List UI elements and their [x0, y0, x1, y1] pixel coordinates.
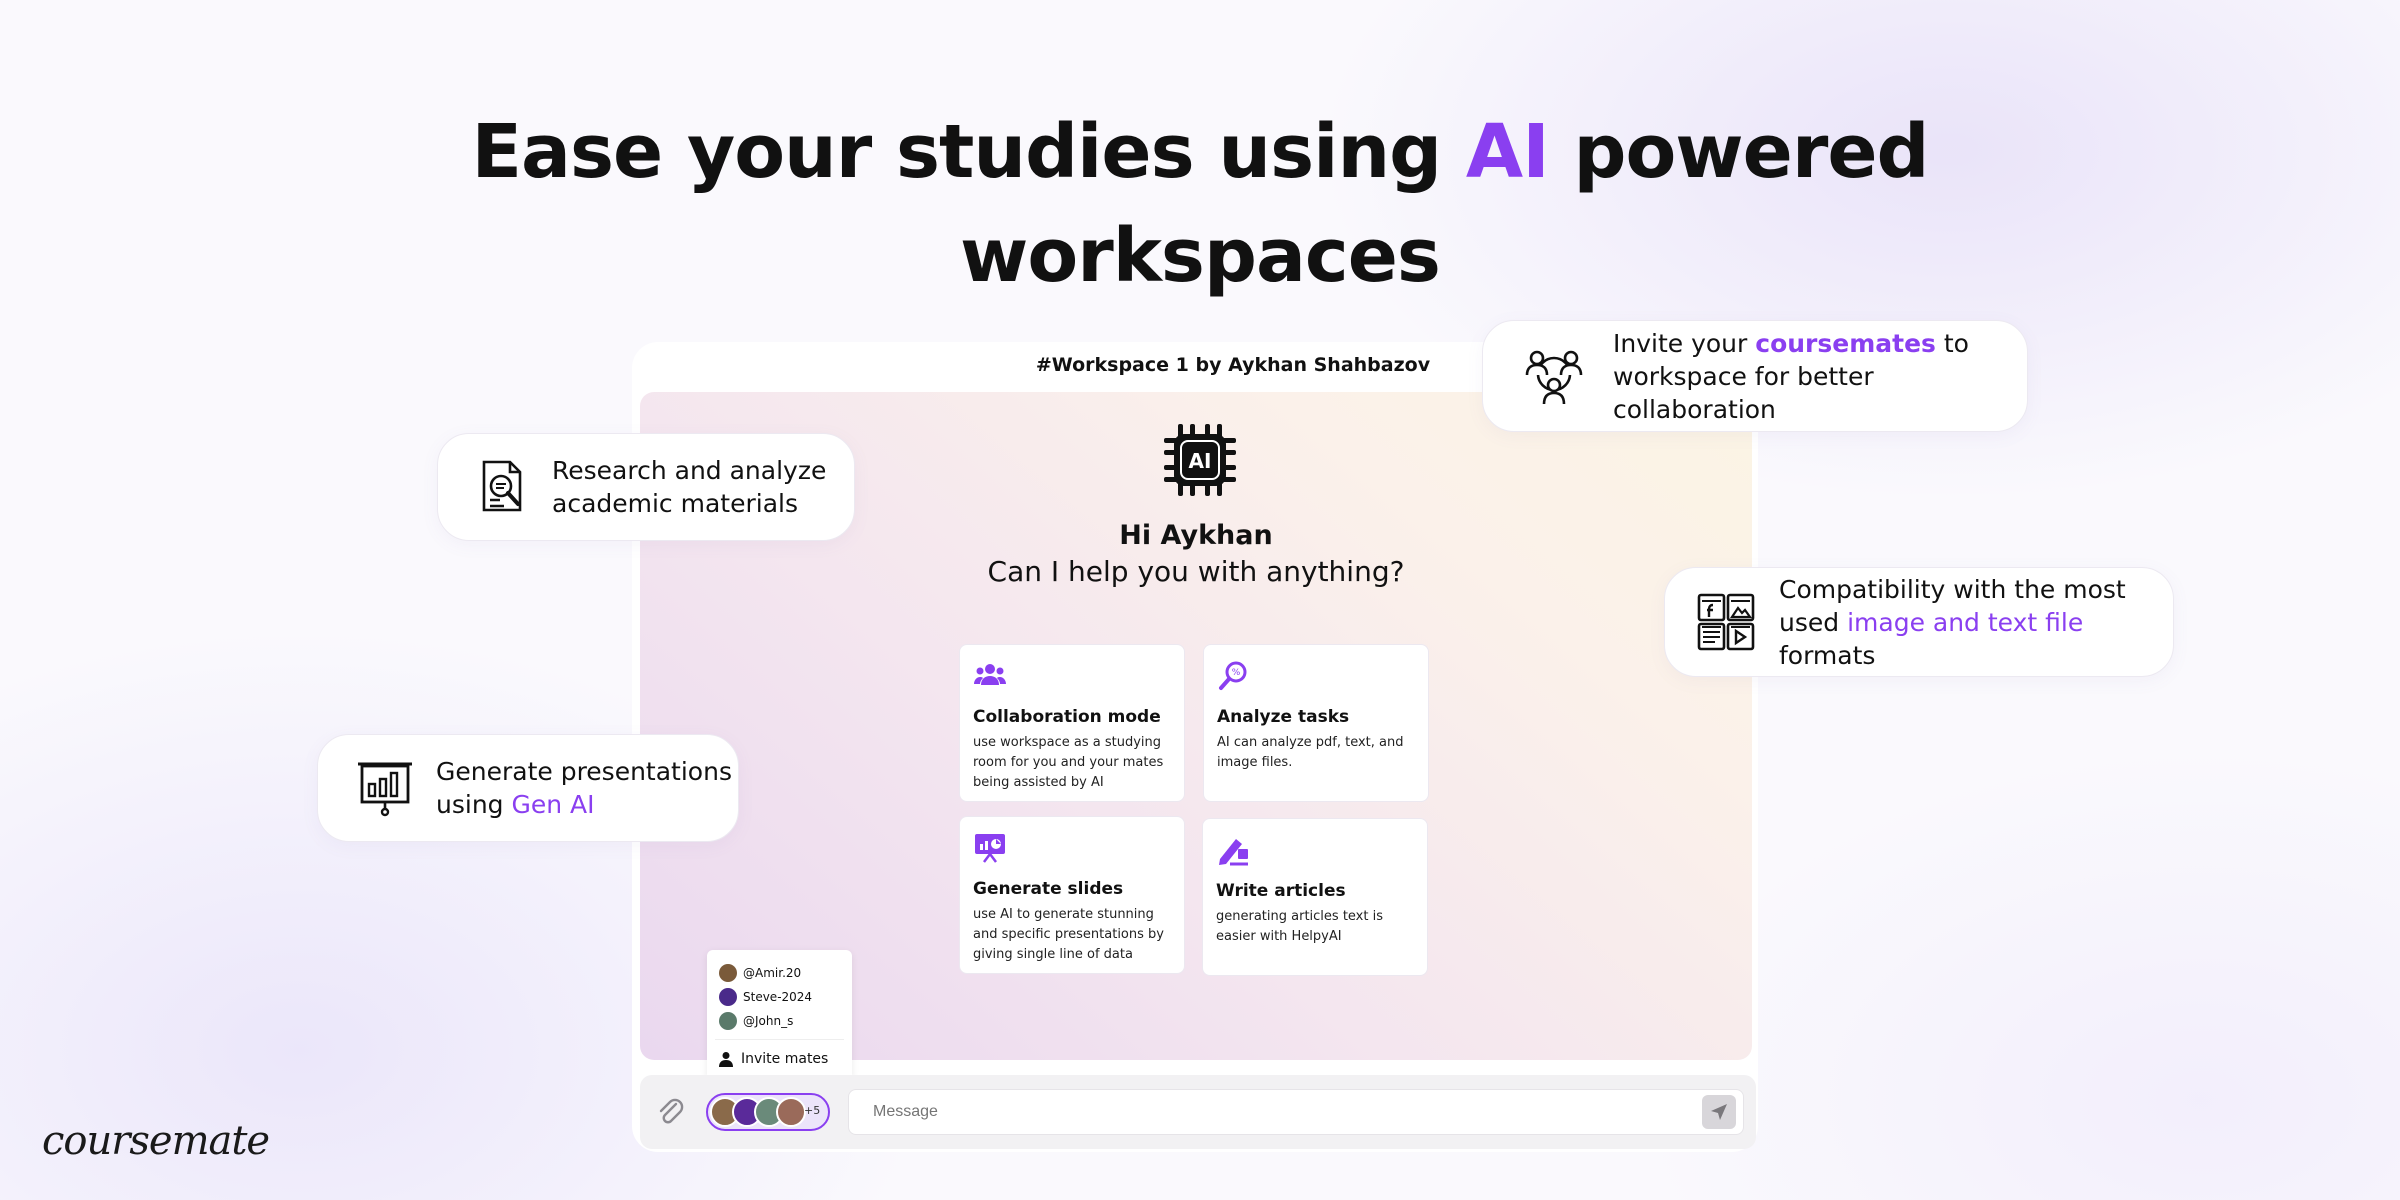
- workspace-title: #Workspace 1 by Aykhan Shahbazov: [1035, 354, 1431, 376]
- headline-line-1: Ease your studies using AI powered: [471, 109, 1929, 195]
- user-icon: [719, 1052, 733, 1067]
- headline: Ease your studies using AI powered works…: [0, 100, 2400, 308]
- paperclip-icon[interactable]: [652, 1093, 688, 1129]
- mate-name: Steve-2024: [743, 990, 813, 1004]
- invite-mates-button[interactable]: Invite mates: [719, 1051, 828, 1067]
- feature-compatibility: Compatibility with the most used image a…: [1664, 567, 2174, 677]
- headline-accent: AI: [1465, 109, 1550, 195]
- document-search-icon: [482, 460, 522, 512]
- mates-popover: @Amir.20 Steve-2024 @John_s Invite mates: [707, 950, 852, 1080]
- feature-research-text: Research and analyze academic materials: [552, 456, 827, 518]
- avatar: [776, 1097, 806, 1127]
- card-title: Generate slides: [973, 879, 1124, 899]
- mate-item[interactable]: @Amir.20: [719, 964, 801, 982]
- feature-highlight: coursemates: [1755, 328, 1936, 358]
- divider: [715, 1039, 844, 1040]
- avatar: [719, 988, 737, 1006]
- mate-name: @John_s: [743, 1014, 794, 1028]
- send-icon: [1711, 1104, 1727, 1120]
- feature-presentations-text: Generate presentations using Gen AI: [436, 757, 732, 819]
- card-title: Collaboration mode: [973, 707, 1161, 727]
- feature-highlight: Gen AI: [511, 790, 595, 819]
- card-description: AI can analyze pdf, text, and image file…: [1217, 735, 1404, 770]
- team-icon: [1525, 350, 1583, 405]
- mates-avatar-group[interactable]: +5: [706, 1093, 830, 1131]
- ai-chip-label: AI: [1189, 449, 1212, 473]
- feature-compatibility-text: Compatibility with the most used image a…: [1779, 574, 2126, 670]
- card-collaboration-mode[interactable]: Collaboration mode use workspace as a st…: [959, 644, 1185, 802]
- feature-highlight: image and text file: [1847, 607, 2084, 637]
- svg-text:%: %: [1232, 668, 1241, 678]
- mate-name: @Amir.20: [743, 966, 802, 980]
- feature-presentations: Generate presentations using Gen AI: [317, 734, 739, 842]
- card-generate-slides[interactable]: Generate slides use AI to generate stunn…: [959, 816, 1185, 974]
- people-icon: [974, 664, 1006, 685]
- send-button[interactable]: [1702, 1095, 1736, 1129]
- avatar: [719, 964, 737, 982]
- feature-invite: Invite your coursemates to workspace for…: [1482, 320, 2028, 432]
- card-title: Analyze tasks: [1217, 707, 1350, 727]
- magnifier-icon: %: [1219, 661, 1247, 690]
- ai-chip-icon: AI: [1164, 424, 1236, 496]
- invite-mates-label: Invite mates: [741, 1051, 829, 1067]
- presentation-board-icon: [358, 762, 412, 817]
- card-description: use AI to generate stunning and specific…: [973, 907, 1164, 962]
- card-analyze-tasks[interactable]: % Analyze tasks AI can analyze pdf, text…: [1203, 644, 1429, 802]
- presentation-icon: [975, 834, 1005, 863]
- feature-research: Research and analyze academic materials: [437, 433, 855, 541]
- card-description: generating articles text is easier with …: [1216, 909, 1383, 944]
- greeting-question: Can I help you with anything?: [987, 555, 1405, 588]
- avatar: [719, 1012, 737, 1030]
- writing-icon: [1219, 839, 1248, 866]
- card-write-articles[interactable]: Write articles generating articles text …: [1202, 818, 1428, 976]
- mate-item[interactable]: Steve-2024: [719, 988, 812, 1006]
- file-formats-icon: [1697, 593, 1755, 651]
- brand-logo: coursemate: [42, 1118, 270, 1164]
- card-description: use workspace as a studying room for you…: [973, 735, 1164, 790]
- more-mates-count: +5: [804, 1104, 821, 1117]
- message-bar: +5: [640, 1075, 1756, 1149]
- headline-line-2: workspaces: [960, 213, 1441, 299]
- feature-invite-text: Invite your coursemates to workspace for…: [1613, 328, 1969, 424]
- message-input[interactable]: [848, 1089, 1744, 1135]
- mate-item[interactable]: @John_s: [719, 1012, 793, 1030]
- card-title: Write articles: [1216, 881, 1346, 901]
